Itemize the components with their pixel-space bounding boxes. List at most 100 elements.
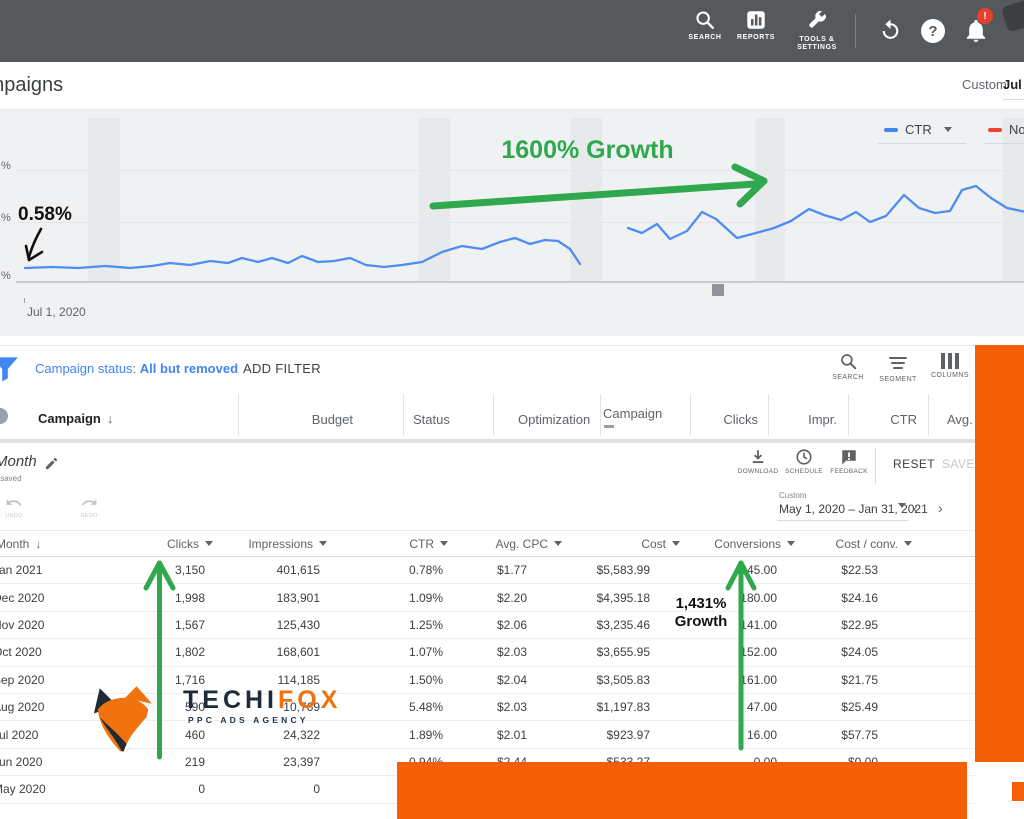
- cell-clicks: 1,998: [105, 584, 205, 610]
- undo-icon: [4, 496, 24, 512]
- wrench-icon: [805, 9, 829, 33]
- search-icon: [694, 9, 716, 31]
- undo-label: UNDO: [5, 513, 22, 519]
- download-icon: [749, 448, 767, 466]
- table-search-label: SEARCH: [832, 374, 864, 381]
- legend-none[interactable]: None: [988, 122, 1024, 137]
- table-row: Jan 20213,150401,6150.78%$1.77$5,583.992…: [0, 557, 975, 584]
- report-title: Month: [0, 453, 37, 470]
- columns-button[interactable]: COLUMNS: [927, 352, 973, 379]
- campaign-status-filter[interactable]: Campaign status: All but removed: [35, 361, 238, 376]
- page-header: Campaigns Custom Jul 1, 2020: [0, 62, 1024, 110]
- topbar-reports-button[interactable]: REPORTS: [733, 9, 779, 42]
- save-button[interactable]: SAVE: [942, 457, 975, 471]
- performance-chart: % % % CTR None 0.58% 1600% Growth Jul 1,…: [0, 110, 1024, 336]
- reset-button[interactable]: RESET: [893, 457, 935, 471]
- filter-funnel-icon: [0, 356, 19, 382]
- ctr-start-annotation: 0.58%: [18, 204, 72, 226]
- x-axis-tick: [24, 298, 25, 303]
- table-row: Nov 20201,567125,4301.25%$2.06$3,235.461…: [0, 612, 975, 639]
- range-next-button[interactable]: ›: [938, 500, 943, 516]
- topbar-search-label: SEARCH: [688, 34, 721, 42]
- legend-ctr[interactable]: CTR: [884, 122, 952, 137]
- filter-caret-icon: [440, 541, 448, 546]
- feedback-button[interactable]: FEEDBACK: [827, 448, 871, 475]
- orange-corner-block: [1012, 782, 1024, 801]
- column-campaign[interactable]: Campaign↓: [38, 411, 113, 426]
- chart-scroll-handle[interactable]: [712, 284, 724, 296]
- legend-none-label: None: [1009, 122, 1024, 137]
- corner-avatar-fragment: [1001, 0, 1024, 33]
- column-campaign-type[interactable]: Campaign: [603, 406, 662, 421]
- filter-caret-icon: [904, 541, 912, 546]
- download-button[interactable]: DOWNLOAD: [735, 448, 781, 475]
- growth-word: Growth: [663, 613, 739, 631]
- chart-band: [418, 118, 450, 281]
- range-prev-button[interactable]: ‹: [913, 500, 918, 516]
- redo-button[interactable]: REDO: [74, 496, 104, 519]
- refresh-button[interactable]: [878, 18, 903, 48]
- undo-button[interactable]: UNDO: [0, 496, 29, 519]
- toolbar-divider: [875, 448, 876, 484]
- techifox-logo: TECHIFOX PPC ADS AGENCY: [92, 686, 154, 771]
- column-status[interactable]: Status: [413, 412, 450, 427]
- topbar-search-button[interactable]: SEARCH: [683, 9, 727, 42]
- cell-cost: $4,395.18: [540, 584, 650, 610]
- segment-icon: [888, 352, 908, 372]
- cell-impressions: 23,397: [220, 749, 320, 775]
- columns-icon: [941, 352, 960, 369]
- gridline: [16, 170, 1024, 171]
- filter-bar: Campaign status: All but removed ADD FIL…: [0, 345, 1024, 392]
- column-divider: [403, 394, 404, 436]
- edit-button[interactable]: [44, 456, 59, 476]
- x-axis-line: [16, 281, 1024, 283]
- header-conversions[interactable]: Conversions: [695, 531, 795, 556]
- chevron-down-icon[interactable]: [898, 508, 906, 526]
- date-range-value[interactable]: Jul 1, 2020: [1003, 77, 1024, 92]
- cell-month: Nov 2020: [0, 612, 83, 638]
- cost-header-label: Cost: [641, 537, 666, 551]
- header-cost-conv[interactable]: Cost / conv.: [797, 531, 912, 556]
- header-cost[interactable]: Cost: [570, 531, 680, 556]
- table-range-type: Custom: [779, 491, 807, 500]
- growth-annotation: 1600% Growth: [480, 136, 695, 165]
- cell-month: Aug 2020: [0, 694, 83, 720]
- segment-button[interactable]: SEGMENT: [875, 352, 921, 383]
- header-month[interactable]: Month ↓: [0, 531, 86, 556]
- cell-month: May 2020: [0, 776, 83, 802]
- cell-month: Dec 2020: [0, 584, 83, 610]
- chart-band: [88, 118, 120, 281]
- google-ads-screen: SEARCH REPORTS TOOLS & SETTINGS ?: [0, 0, 1024, 819]
- header-clicks[interactable]: Clicks: [113, 531, 213, 556]
- conversions-growth-note: 1,431% Growth: [663, 595, 739, 631]
- header-avg-cpc[interactable]: Avg. CPC: [462, 531, 562, 556]
- filter-caret-icon: [787, 541, 795, 546]
- none-series-swatch: [988, 128, 1002, 132]
- topbar-tools-button[interactable]: TOOLS & SETTINGS: [790, 9, 844, 52]
- header-ctr[interactable]: CTR: [348, 531, 448, 556]
- columns-label: COLUMNS: [931, 372, 969, 379]
- filter-caret-icon: [319, 541, 327, 546]
- add-filter-button[interactable]: ADD FILTER: [243, 361, 321, 376]
- redo-icon: [79, 496, 99, 512]
- column-budget[interactable]: Budget: [253, 412, 353, 427]
- schedule-button[interactable]: SCHEDULE: [782, 448, 826, 475]
- cell-impressions: 183,901: [220, 584, 320, 610]
- cell-conversions: 161.00: [677, 667, 777, 693]
- header-impressions[interactable]: Impressions: [227, 531, 327, 556]
- help-button[interactable]: ?: [921, 19, 945, 43]
- table-search-button[interactable]: SEARCH: [828, 352, 868, 381]
- column-optimization[interactable]: Optimization: [518, 412, 590, 427]
- legend-underline: [985, 143, 1024, 144]
- campaign-table-header: Campaign↓ Budget Status Optimization Cam…: [0, 392, 1024, 440]
- cell-month: Sep 2020: [0, 667, 83, 693]
- topbar-divider: [855, 14, 856, 48]
- brand-fox: FOX: [278, 686, 341, 714]
- select-all-checkbox[interactable]: [0, 408, 8, 424]
- cell-clicks: 1,802: [105, 639, 205, 665]
- gridline: [16, 222, 1024, 223]
- month-header-label: Month: [0, 537, 29, 551]
- legend-underline: [878, 143, 966, 144]
- orange-side-block: [975, 345, 1024, 762]
- column-ctr[interactable]: CTR: [817, 412, 917, 427]
